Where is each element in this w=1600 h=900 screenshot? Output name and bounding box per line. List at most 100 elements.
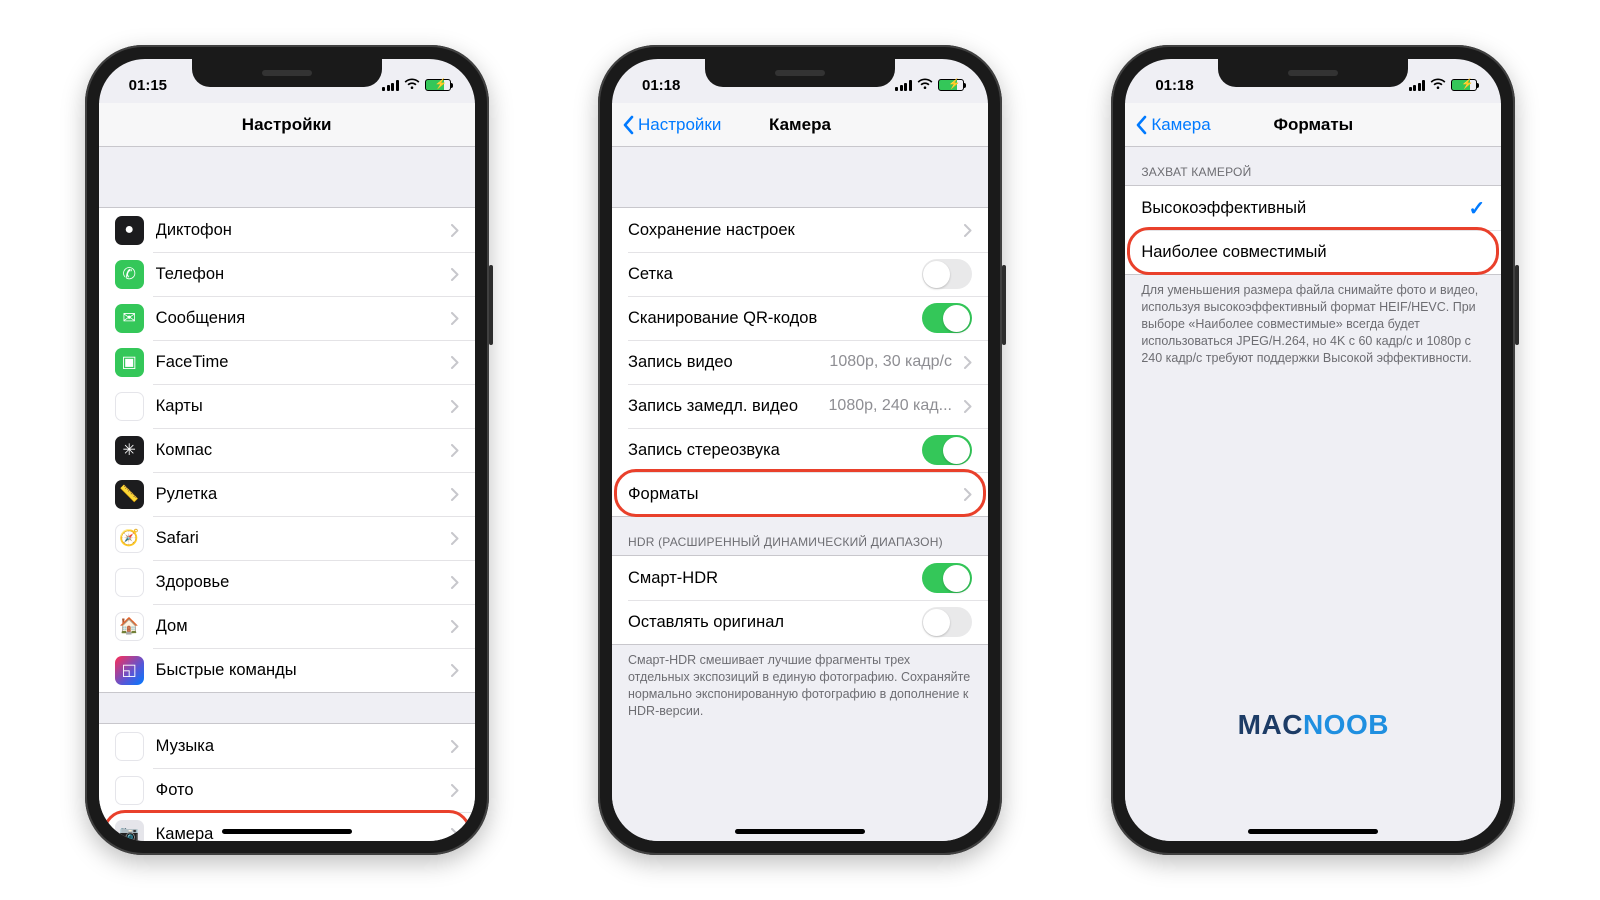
nav-back-button[interactable]: Камера <box>1135 115 1210 135</box>
status-time: 01:15 <box>129 77 167 94</box>
toggle-stereo[interactable] <box>922 435 972 465</box>
notch <box>192 59 382 87</box>
toggle-keepnormal[interactable] <box>922 607 972 637</box>
chevron-right-icon <box>451 400 459 413</box>
chevron-right-icon <box>451 664 459 677</box>
settings-row-maps[interactable]: ➤Карты <box>99 384 475 428</box>
row-label: Сохранение настроек <box>628 221 958 240</box>
phone-frame-3: 01:18 ⚡ Камера Форматы ЗАХВАТ КАМЕРОЙ Вы… <box>1111 45 1515 855</box>
nav-bar: Настройки Камера <box>612 103 988 147</box>
settings-row-phone[interactable]: ✆ Телефон <box>99 252 475 296</box>
camera-icon: 📷 <box>115 820 144 842</box>
row-label: Смарт-HDR <box>628 569 922 588</box>
row-label: Сообщения <box>156 309 445 328</box>
toggle-qr[interactable] <box>922 303 972 333</box>
row-label: FaceTime <box>156 353 445 372</box>
nav-title: Настройки <box>99 115 475 135</box>
settings-row-photos[interactable]: ✿Фото <box>99 768 475 812</box>
cellular-signal-icon <box>1409 80 1426 91</box>
screen-1: 01:15 ⚡ Настройки ●Диктофон✆Телефон✉Сооб… <box>99 59 475 841</box>
settings-row-shortcuts[interactable]: ◱Быстрые команды <box>99 648 475 692</box>
cellular-signal-icon <box>895 80 912 91</box>
home-indicator[interactable] <box>1248 829 1378 834</box>
chevron-right-icon <box>451 784 459 797</box>
camera-row-slomo[interactable]: Запись замедл. видео1080p, 240 кад... <box>612 384 988 428</box>
camera-row-formats[interactable]: Форматы <box>612 472 988 516</box>
status-indicators: ⚡ <box>895 77 964 94</box>
maps-icon: ➤ <box>115 392 144 421</box>
nav-bar: Настройки <box>99 103 475 147</box>
row-detail: 1080p, 30 кадр/с <box>829 353 952 371</box>
settings-row-safari[interactable]: 🧭Safari <box>99 516 475 560</box>
nav-back-button[interactable]: Настройки <box>622 115 721 135</box>
camera-row-grid[interactable]: Сетка <box>612 252 988 296</box>
camera-row-keepnormal[interactable]: Оставлять оригинал <box>612 600 988 644</box>
camera-row-qr[interactable]: Сканирование QR-кодов <box>612 296 988 340</box>
settings-row-home[interactable]: 🏠Дом <box>99 604 475 648</box>
screen-3: 01:18 ⚡ Камера Форматы ЗАХВАТ КАМЕРОЙ Вы… <box>1125 59 1501 841</box>
chevron-right-icon <box>451 268 459 281</box>
battery-icon: ⚡ <box>938 79 964 91</box>
settings-row-camera[interactable]: 📷Камера <box>99 812 475 841</box>
chevron-right-icon <box>964 488 972 501</box>
camera-settings-list[interactable]: Сохранение настроек СеткаСканирование QR-… <box>612 147 988 841</box>
chevron-right-icon <box>451 828 459 841</box>
camera-row-video[interactable]: Запись видео1080p, 30 кадр/с <box>612 340 988 384</box>
home-icon: 🏠 <box>115 612 144 641</box>
watermark-noob: NOOB <box>1303 709 1389 740</box>
notch <box>1218 59 1408 87</box>
settings-row-messages[interactable]: ✉ Сообщения <box>99 296 475 340</box>
cellular-signal-icon <box>382 80 399 91</box>
chevron-right-icon <box>964 400 972 413</box>
camera-row-smarthdr[interactable]: Смарт-HDR <box>612 556 988 600</box>
home-indicator[interactable] <box>222 829 352 834</box>
settings-row-music[interactable]: ♫ Музыка <box>99 724 475 768</box>
row-label: Высокоэффективный <box>1141 199 1468 218</box>
camera-row-stereo[interactable]: Запись стереозвука <box>612 428 988 472</box>
row-label: Форматы <box>628 485 958 504</box>
watermark: MACNOOB <box>1125 709 1501 741</box>
toggle-smarthdr[interactable] <box>922 563 972 593</box>
chevron-right-icon <box>451 356 459 369</box>
chevron-right-icon <box>451 224 459 237</box>
chevron-right-icon <box>451 620 459 633</box>
format-option-heif[interactable]: Высокоэффективный✓ <box>1125 186 1501 230</box>
chevron-right-icon <box>451 576 459 589</box>
toggle-grid[interactable] <box>922 259 972 289</box>
facetime-icon: ▣ <box>115 348 144 377</box>
settings-row-facetime[interactable]: ▣ FaceTime <box>99 340 475 384</box>
status-indicators: ⚡ <box>1409 77 1478 94</box>
row-label: Телефон <box>156 265 445 284</box>
row-label: Запись видео <box>628 353 829 372</box>
formats-list[interactable]: ЗАХВАТ КАМЕРОЙ Высокоэффективный✓Наиболе… <box>1125 147 1501 841</box>
status-time: 01:18 <box>642 77 680 94</box>
row-label: Safari <box>156 529 445 548</box>
phone-frame-1: 01:15 ⚡ Настройки ●Диктофон✆Телефон✉Сооб… <box>85 45 489 855</box>
notch <box>705 59 895 87</box>
row-label: Быстрые команды <box>156 661 445 680</box>
battery-icon: ⚡ <box>1451 79 1477 91</box>
format-option-compat[interactable]: Наиболее совместимый <box>1125 230 1501 274</box>
row-label: Фото <box>156 781 445 800</box>
row-label: Запись стереозвука <box>628 441 922 460</box>
health-icon: ❤ <box>115 568 144 597</box>
chevron-right-icon <box>451 312 459 325</box>
settings-row-health[interactable]: ❤Здоровье <box>99 560 475 604</box>
nav-back-label: Настройки <box>638 115 721 135</box>
camera-row-preserve[interactable]: Сохранение настроек <box>612 208 988 252</box>
settings-row-compass[interactable]: ✳Компас <box>99 428 475 472</box>
status-time: 01:18 <box>1155 77 1193 94</box>
watermark-mac: MAC <box>1238 709 1303 740</box>
home-indicator[interactable] <box>735 829 865 834</box>
messages-icon: ✉ <box>115 304 144 333</box>
row-label: Музыка <box>156 737 445 756</box>
chevron-right-icon <box>451 444 459 457</box>
measure-icon: 📏 <box>115 480 144 509</box>
phone-icon: ✆ <box>115 260 144 289</box>
settings-list[interactable]: ●Диктофон ✆ Телефон ✉ Сообщения ▣ FaceTime ➤Кар… <box>99 147 475 841</box>
phone-frame-2: 01:18 ⚡ Настройки Камера Сохранение наст… <box>598 45 1002 855</box>
settings-row-measure[interactable]: 📏Рулетка <box>99 472 475 516</box>
row-detail: 1080p, 240 кад... <box>829 397 952 415</box>
settings-row-dictophone[interactable]: ●Диктофон <box>99 208 475 252</box>
music-icon: ♫ <box>115 732 144 761</box>
